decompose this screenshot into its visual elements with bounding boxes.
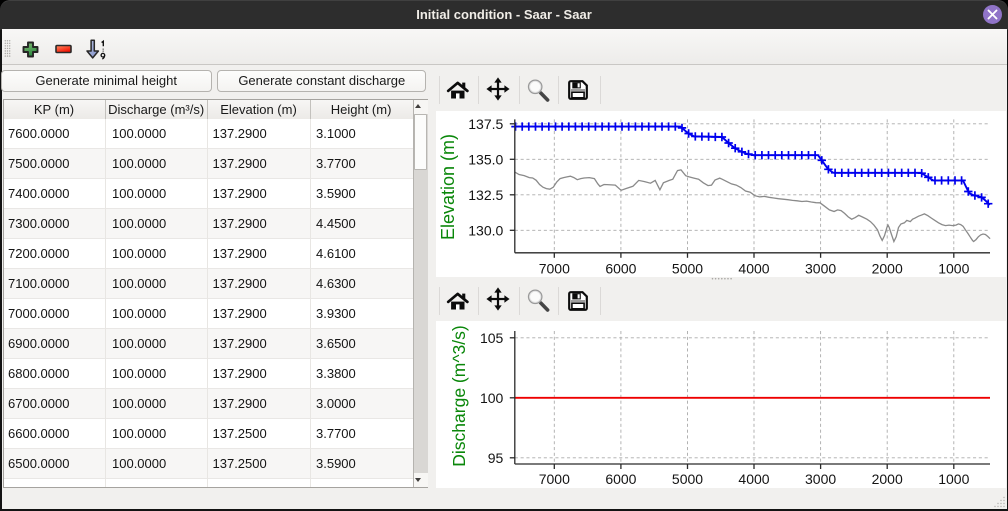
svg-text:95: 95: [488, 450, 504, 466]
svg-text:100: 100: [480, 390, 504, 406]
svg-text:5000: 5000: [672, 261, 703, 277]
svg-text:4000: 4000: [738, 261, 769, 277]
svg-text:105: 105: [480, 330, 504, 346]
svg-text:7000: 7000: [539, 261, 570, 277]
svg-text:6000: 6000: [605, 261, 636, 277]
svg-text:4000: 4000: [738, 471, 769, 487]
svg-text:130.0: 130.0: [468, 222, 503, 238]
svg-text:135.0: 135.0: [468, 151, 503, 167]
svg-text:Discharge (m^3/s): Discharge (m^3/s): [449, 325, 469, 466]
svg-text:3000: 3000: [805, 261, 836, 277]
svg-text:137.5: 137.5: [468, 116, 503, 132]
svg-text:2000: 2000: [872, 261, 903, 277]
svg-text:7000: 7000: [539, 471, 570, 487]
svg-text:2000: 2000: [872, 471, 903, 487]
svg-text:5000: 5000: [672, 471, 703, 487]
svg-text:1000: 1000: [938, 261, 969, 277]
svg-text:Elevation (m): Elevation (m): [438, 134, 458, 240]
svg-text:132.5: 132.5: [468, 187, 503, 203]
svg-text:6000: 6000: [605, 471, 636, 487]
svg-text:1000: 1000: [938, 471, 969, 487]
svg-text:3000: 3000: [805, 471, 836, 487]
